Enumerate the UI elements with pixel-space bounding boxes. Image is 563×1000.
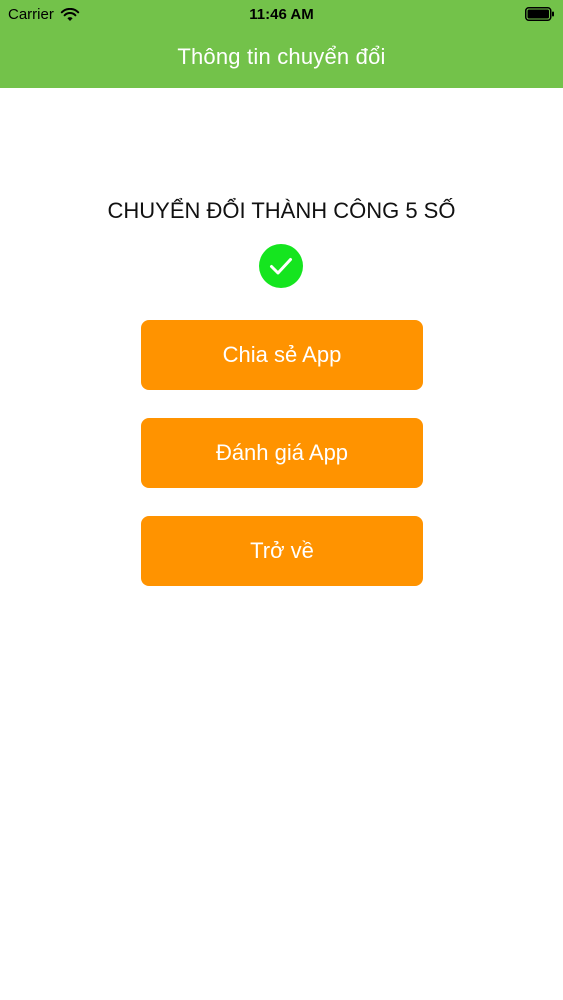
back-button[interactable]: Trở về [141,516,423,586]
share-app-button[interactable]: Chia sẻ App [141,320,423,390]
header: Carrier 11:46 AM Thông tin chuyển đổi [0,0,563,88]
rate-app-button[interactable]: Đánh giá App [141,418,423,488]
status-bar: Carrier 11:46 AM [0,0,563,30]
battery-icon [525,7,554,21]
check-circle-icon [259,244,303,288]
nav-title: Thông tin chuyển đổi [177,44,386,69]
content: CHUYỂN ĐỔI THÀNH CÔNG 5 SỐ Chia sẻ App Đ… [0,88,563,1000]
success-message: CHUYỂN ĐỔI THÀNH CÔNG 5 SỐ [107,198,456,223]
status-time: 11:46 AM [249,6,314,23]
app-screen: Carrier 11:46 AM Thông tin chuyển đổi CH… [0,0,563,1000]
